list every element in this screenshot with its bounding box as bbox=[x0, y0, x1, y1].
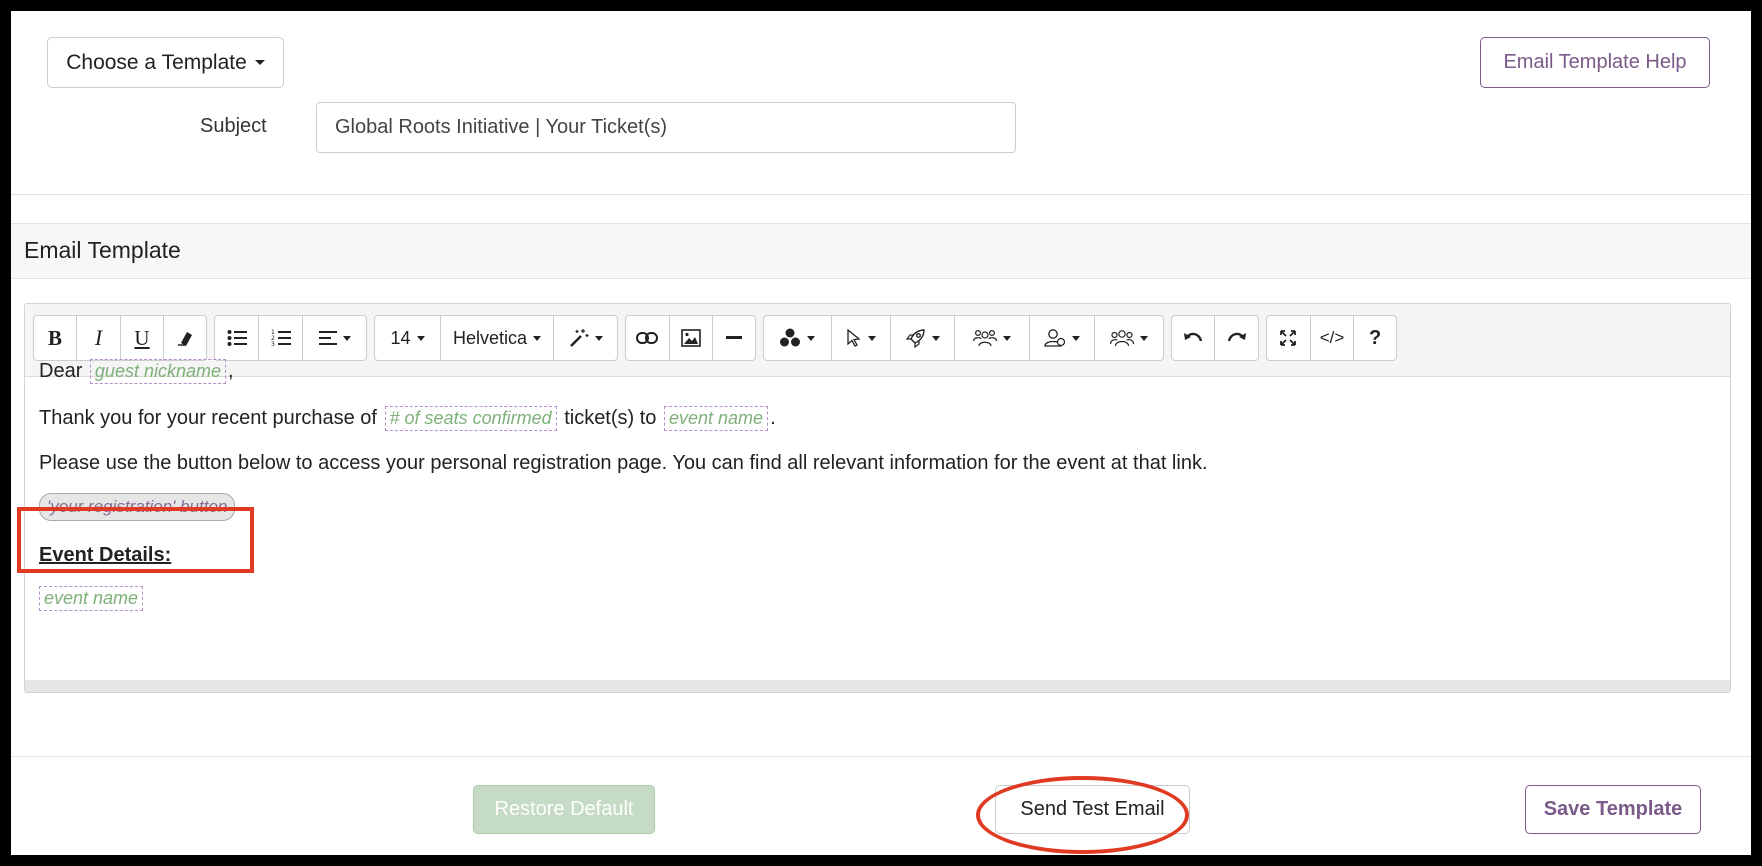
unordered-list-button[interactable] bbox=[215, 316, 259, 360]
bullet-list-icon bbox=[227, 330, 247, 346]
please-use-line: Please use the button below to access yo… bbox=[39, 452, 1208, 474]
font-family-dropdown[interactable]: Helvetica bbox=[441, 316, 554, 360]
italic-button[interactable]: I bbox=[77, 316, 121, 360]
undo-icon bbox=[1184, 332, 1203, 342]
caret-down-icon bbox=[1072, 335, 1080, 341]
subject-input[interactable] bbox=[316, 102, 1016, 153]
horizontal-rule-button[interactable] bbox=[713, 316, 755, 360]
caret-down-icon bbox=[807, 335, 816, 341]
email-template-editor-page: Choose a Template Email Template Help Su… bbox=[11, 11, 1751, 855]
magic-dropdown[interactable] bbox=[554, 316, 617, 360]
highlight-ellipse bbox=[976, 776, 1189, 854]
restore-default-label: Restore Default bbox=[494, 798, 634, 820]
caret-down-icon bbox=[1140, 335, 1149, 341]
minus-icon bbox=[726, 336, 743, 339]
caret-down-icon bbox=[868, 335, 876, 341]
eraser-icon bbox=[178, 332, 192, 346]
underline-button[interactable]: U bbox=[121, 316, 164, 360]
code-view-button[interactable]: </> bbox=[1311, 316, 1355, 360]
numbered-list-icon: 123 bbox=[271, 329, 291, 347]
align-left-icon bbox=[318, 331, 337, 345]
comma-text: , bbox=[228, 360, 234, 382]
font-family-value: Helvetica bbox=[452, 327, 528, 348]
text-style-group: B I U bbox=[33, 315, 207, 361]
guest-dropdown[interactable] bbox=[1030, 316, 1096, 360]
save-template-label: Save Template bbox=[1543, 798, 1683, 820]
users-icon bbox=[1110, 330, 1135, 347]
insert-image-button[interactable] bbox=[670, 316, 714, 360]
editor-toolbar: B I U 123 14 Helvetica </> ? bbox=[25, 304, 1730, 377]
thank-you-text: Thank you for your recent purchase of bbox=[39, 407, 377, 429]
magic-wand-icon bbox=[569, 329, 588, 347]
custom-insert-group bbox=[763, 315, 1164, 361]
help-button[interactable]: ? bbox=[1354, 316, 1396, 360]
caret-down-icon bbox=[254, 60, 265, 65]
font-size-dropdown[interactable]: 14 bbox=[375, 316, 441, 360]
align-dropdown[interactable] bbox=[303, 316, 366, 360]
caret-down-icon bbox=[416, 335, 425, 341]
choose-template-dropdown[interactable]: Choose a Template bbox=[47, 37, 284, 88]
users-group-icon bbox=[972, 329, 997, 347]
insert-group bbox=[625, 315, 756, 361]
email-template-help-button[interactable]: Email Template Help bbox=[1480, 37, 1710, 88]
expand-icon bbox=[1280, 330, 1297, 346]
seats-confirmed-token[interactable]: # of seats confirmed bbox=[384, 406, 557, 431]
cubes-icon bbox=[780, 328, 801, 347]
paragraph-group: 123 bbox=[214, 315, 367, 361]
link-icon bbox=[636, 332, 659, 344]
caret-down-icon bbox=[533, 335, 542, 341]
save-template-button[interactable]: Save Template bbox=[1525, 785, 1701, 834]
caret-down-icon bbox=[1002, 335, 1011, 341]
view-group: </> ? bbox=[1266, 315, 1397, 361]
restore-default-button[interactable]: Restore Default bbox=[473, 785, 655, 834]
blocks-dropdown[interactable] bbox=[764, 316, 832, 360]
thank-you-line: Thank you for your recent purchase of # … bbox=[39, 406, 776, 431]
caret-down-icon bbox=[931, 335, 940, 341]
user-icon bbox=[1044, 329, 1066, 347]
panel-header bbox=[11, 223, 1751, 279]
divider bbox=[11, 756, 1751, 757]
rocket-icon bbox=[905, 329, 925, 348]
insert-link-button[interactable] bbox=[626, 316, 670, 360]
cursor-icon bbox=[847, 329, 861, 347]
email-template-help-label: Email Template Help bbox=[1503, 51, 1687, 73]
dear-text: Dear bbox=[39, 360, 83, 382]
bold-button[interactable]: B bbox=[34, 316, 77, 360]
divider bbox=[11, 194, 1751, 195]
svg-text:3: 3 bbox=[271, 341, 275, 347]
history-group bbox=[1171, 315, 1259, 361]
choose-template-label: Choose a Template bbox=[66, 50, 247, 74]
font-group: 14 Helvetica bbox=[374, 315, 618, 361]
period-text: . bbox=[770, 407, 776, 429]
subject-label: Subject bbox=[200, 115, 267, 137]
guests-dropdown[interactable] bbox=[1095, 316, 1163, 360]
font-size-value: 14 bbox=[390, 327, 411, 348]
undo-button[interactable] bbox=[1172, 316, 1216, 360]
greeting-line: Dear guest nickname, bbox=[39, 359, 234, 384]
event-name-token-2[interactable]: event name bbox=[39, 586, 144, 611]
group-dropdown[interactable] bbox=[955, 316, 1030, 360]
caret-down-icon bbox=[594, 335, 603, 341]
fullscreen-button[interactable] bbox=[1267, 316, 1311, 360]
event-name-token[interactable]: event name bbox=[664, 406, 769, 431]
horizontal-scrollbar[interactable] bbox=[25, 680, 1730, 692]
panel-title: Email Template bbox=[24, 237, 181, 263]
redo-icon bbox=[1227, 332, 1246, 342]
caret-down-icon bbox=[342, 335, 351, 341]
ordered-list-button[interactable]: 123 bbox=[259, 316, 303, 360]
rocket-dropdown[interactable] bbox=[891, 316, 956, 360]
event-name-line: event name bbox=[39, 586, 145, 611]
clear-format-button[interactable] bbox=[164, 316, 206, 360]
redo-button[interactable] bbox=[1215, 316, 1258, 360]
guest-nickname-token[interactable]: guest nickname bbox=[89, 359, 226, 384]
highlight-rectangle bbox=[17, 507, 254, 573]
tickets-to-text: ticket(s) to bbox=[564, 407, 657, 429]
image-icon bbox=[681, 329, 701, 347]
pointer-dropdown[interactable] bbox=[832, 316, 892, 360]
